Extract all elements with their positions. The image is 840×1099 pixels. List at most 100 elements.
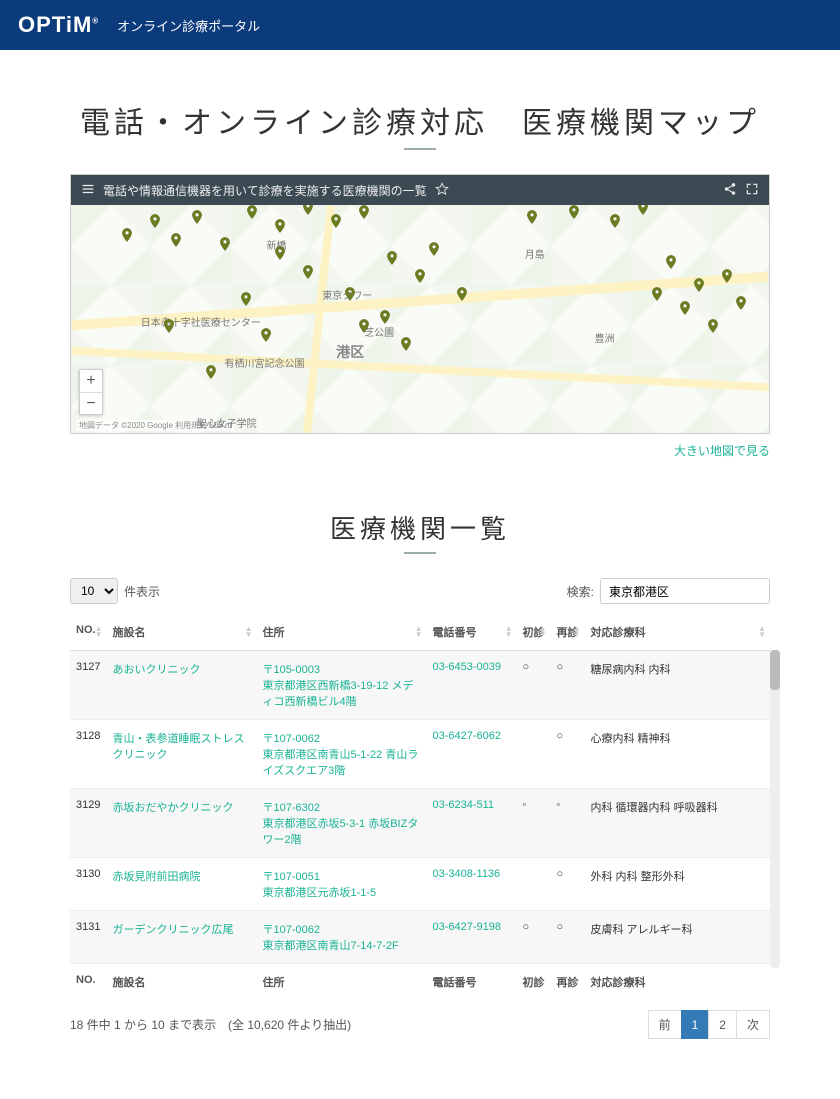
list-icon[interactable]	[81, 182, 95, 199]
map-pin[interactable]	[328, 210, 344, 232]
facility-link[interactable]: ガーデンクリニック広尾	[112, 924, 233, 936]
map-pin[interactable]	[607, 210, 623, 232]
tel-link[interactable]: 03-6427-6062	[432, 730, 501, 742]
map-pin[interactable]	[454, 283, 470, 305]
map-pin[interactable]	[649, 283, 665, 305]
map-pin[interactable]	[733, 292, 749, 314]
search-box: 検索:	[567, 578, 770, 604]
big-map-link[interactable]: 大きい地図で見る	[674, 444, 770, 458]
map-pin[interactable]	[300, 261, 316, 283]
length-suffix: 件表示	[124, 583, 160, 600]
zoom-in-button[interactable]: +	[80, 370, 102, 392]
share-icon[interactable]	[723, 182, 737, 199]
facility-link[interactable]: 青山・表参道睡眠ストレスクリニック	[112, 733, 244, 761]
map-pin[interactable]	[203, 361, 219, 383]
zoom-out-button[interactable]: −	[80, 392, 102, 414]
facility-link[interactable]: 赤坂おだやかクリニック	[112, 802, 233, 814]
cell-no: 3128	[70, 720, 106, 789]
map-toolbar: 電話や情報通信機器を用いて診療を実施する医療機関の一覧	[71, 175, 769, 205]
map-label: 有栖川宮記念公園	[225, 355, 305, 370]
map-pin[interactable]	[342, 283, 358, 305]
table-info: 18 件中 1 から 10 まで表示 (全 10,620 件より抽出)	[70, 1016, 351, 1033]
map-pin[interactable]	[412, 265, 428, 287]
portal-name: オンライン診療ポータル	[117, 16, 260, 35]
cell-no: 3129	[70, 789, 106, 858]
map-pin[interactable]	[377, 306, 393, 328]
cell-re: ○	[550, 651, 584, 720]
length-select[interactable]: 10	[70, 578, 118, 604]
address-link[interactable]: 〒107-0062東京都港区南青山5-1-22 青山ライズスクエア3階	[262, 733, 418, 777]
map-pin[interactable]	[189, 206, 205, 228]
cell-no: 3131	[70, 911, 106, 964]
tel-link[interactable]: 03-3408-1136	[432, 868, 500, 880]
tel-link[interactable]: 03-6427-9198	[432, 921, 501, 933]
map-pin[interactable]	[719, 265, 735, 287]
col-header-first[interactable]: 初診▲▼	[516, 614, 550, 651]
search-input[interactable]	[600, 578, 770, 604]
tel-link[interactable]: 03-6453-0039	[432, 661, 501, 673]
cell-re: ○	[550, 911, 584, 964]
cell-re: ○	[550, 720, 584, 789]
map-pin[interactable]	[147, 210, 163, 232]
facilities-table: NO.▲▼ 施設名▲▼ 住所▲▼ 電話番号▲▼ 初診▲▼ 再診▲▼ 対応診療科▲…	[70, 614, 770, 1000]
logo: OPTiM®	[18, 12, 99, 38]
map-label: 豊洲	[595, 330, 615, 345]
cell-re: ○	[550, 858, 584, 911]
map-pin[interactable]	[398, 333, 414, 355]
col-header-tel[interactable]: 電話番号▲▼	[426, 614, 516, 651]
map-label: 月島	[525, 246, 545, 261]
map-pin[interactable]	[663, 251, 679, 273]
pager-prev[interactable]: 前	[648, 1010, 682, 1039]
map-pin[interactable]	[677, 297, 693, 319]
map-pin[interactable]	[272, 215, 288, 237]
col-footer-tel: 電話番号	[426, 964, 516, 1001]
map-pin[interactable]	[524, 206, 540, 228]
table-row: 3129 赤坂おだやかクリニック 〒107-6302東京都港区赤坂5-3-1 赤坂B…	[70, 789, 770, 858]
zoom-control: + −	[79, 369, 103, 415]
pager-page-2[interactable]: 2	[708, 1010, 737, 1039]
col-header-dept[interactable]: 対応診療科▲▼	[584, 614, 770, 651]
col-header-no[interactable]: NO.▲▼	[70, 614, 106, 651]
address-link[interactable]: 〒107-0051東京都港区元赤坂1-1-5	[262, 871, 376, 899]
table-scrollbar[interactable]	[770, 650, 780, 968]
pager-page-1[interactable]: 1	[681, 1010, 710, 1039]
cell-dept: 外科 内科 整形外科	[584, 858, 770, 911]
address-link[interactable]: 〒107-6302東京都港区赤坂5-3-1 赤坂BIZタワー2階	[262, 802, 418, 846]
col-header-name[interactable]: 施設名▲▼	[106, 614, 256, 651]
map[interactable]: 電話や情報通信機器を用いて診療を実施する医療機関の一覧 + − 地図データ ©2…	[70, 174, 770, 434]
star-icon[interactable]	[435, 182, 449, 199]
map-pin[interactable]	[258, 324, 274, 346]
map-pin[interactable]	[691, 274, 707, 296]
fullscreen-icon[interactable]	[745, 182, 759, 199]
address-link[interactable]: 〒107-0062東京都港区南青山7-14-7-2F	[262, 924, 398, 952]
map-pin[interactable]	[238, 288, 254, 310]
map-pin[interactable]	[384, 247, 400, 269]
length-menu: 10 件表示	[70, 578, 160, 604]
cell-first: ◦	[516, 789, 550, 858]
tel-link[interactable]: 03-6234-511	[432, 799, 494, 811]
pager-next[interactable]: 次	[736, 1010, 770, 1039]
col-footer-dept: 対応診療科	[584, 964, 770, 1001]
page-title: 電話・オンライン診療対応 医療機関マップ	[70, 98, 770, 142]
address-link[interactable]: 〒105-0003東京都港区西新橋3-19-12 メディコ西新橋ビル4階	[262, 664, 413, 708]
map-pin[interactable]	[161, 315, 177, 337]
table-row: 3130赤坂見附前田病院〒107-0051東京都港区元赤坂1-1-503-340…	[70, 858, 770, 911]
map-canvas[interactable]: + − 地図データ ©2020 Google 利用規約 500 m 港区新橋豊洲…	[71, 205, 769, 433]
map-pin[interactable]	[356, 315, 372, 337]
map-pin[interactable]	[705, 315, 721, 337]
map-pin[interactable]	[426, 238, 442, 260]
map-pin[interactable]	[217, 233, 233, 255]
col-header-re[interactable]: 再診▲▼	[550, 614, 584, 651]
col-footer-name: 施設名	[106, 964, 256, 1001]
map-label: 港区	[336, 342, 364, 362]
facility-link[interactable]: あおいクリニック	[112, 664, 200, 676]
map-pin[interactable]	[272, 242, 288, 264]
map-label: 聖心女子学院	[197, 415, 257, 430]
col-header-addr[interactable]: 住所▲▼	[256, 614, 426, 651]
map-bar-title: 電話や情報通信機器を用いて診療を実施する医療機関の一覧	[103, 182, 427, 199]
map-pin[interactable]	[168, 229, 184, 251]
facility-link[interactable]: 赤坂見附前田病院	[112, 871, 200, 883]
col-footer-no: NO.	[70, 964, 106, 1001]
map-pin[interactable]	[119, 224, 135, 246]
cell-first: ○	[516, 651, 550, 720]
